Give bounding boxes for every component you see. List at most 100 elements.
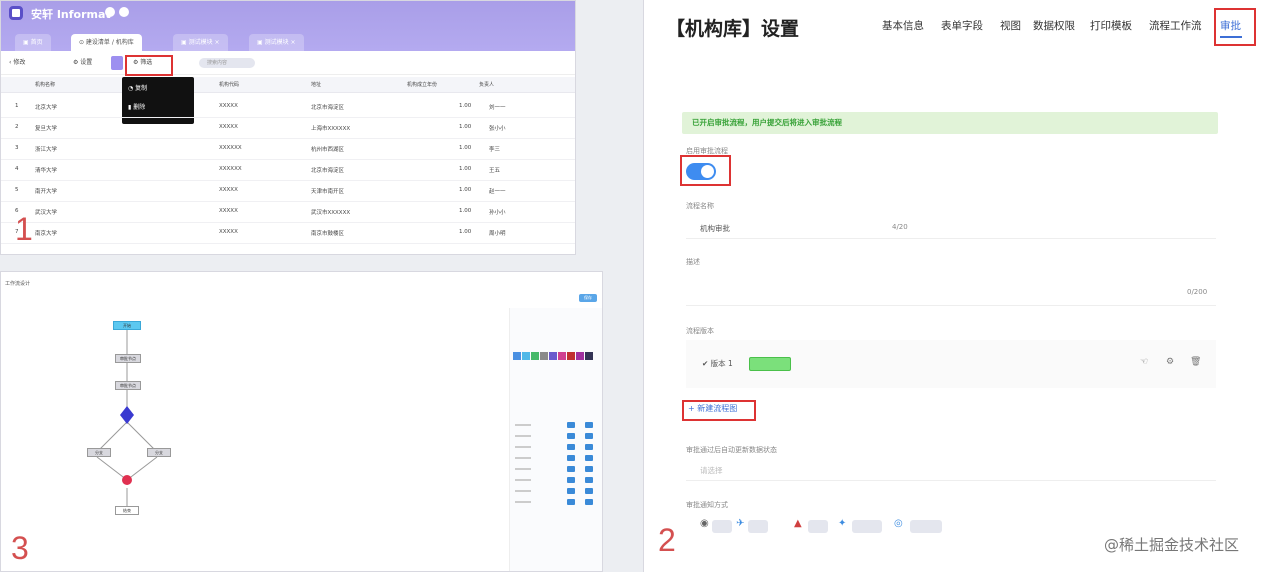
end-label[interactable]: 结束	[115, 506, 139, 515]
name-label: 流程名称	[686, 202, 714, 210]
color-swatch[interactable]	[513, 352, 521, 360]
sidebar-checkbox[interactable]	[567, 444, 575, 450]
approve-select[interactable]: 请选择	[700, 465, 723, 476]
table-cell: 周小明	[489, 231, 506, 237]
notify-icon-4[interactable]: ✦	[838, 518, 846, 529]
nav-workflow[interactable]: 流程工作流	[1149, 18, 1202, 33]
nav-form-fields[interactable]: 表单字段	[941, 18, 983, 33]
sidebar-checkbox[interactable]	[585, 466, 593, 472]
settings-icon[interactable]: ⚙	[1166, 357, 1174, 367]
row-index: 5	[15, 187, 19, 193]
table-cell: 清华大学	[35, 168, 58, 174]
branch-node[interactable]: 分支	[147, 448, 171, 457]
sidebar-checkbox[interactable]	[567, 488, 575, 494]
notify-option[interactable]	[808, 520, 828, 533]
sidebar-checkbox[interactable]	[585, 422, 593, 428]
search-input[interactable]: 搜索内容	[199, 58, 255, 68]
start-node[interactable]: 开始	[113, 321, 141, 330]
table-cell: 李三	[489, 147, 501, 153]
row-divider	[1, 201, 575, 202]
nav-views[interactable]: 视图	[1000, 18, 1021, 33]
menu-item-delete[interactable]: ▮ 删除	[128, 102, 145, 114]
tab-module-b[interactable]: ▣ 测试模块 ×	[249, 34, 304, 51]
sidebar-checkbox[interactable]	[585, 433, 593, 439]
table-cell: 浙江大学	[35, 147, 58, 153]
tab-home[interactable]: ▣ 首页	[15, 34, 51, 51]
sidebar-checkbox[interactable]	[567, 455, 575, 461]
table-cell: 武汉大学	[35, 210, 58, 216]
notify-icon-1[interactable]: ◉	[700, 518, 709, 529]
desc-label: 描述	[686, 258, 700, 266]
label-number-2: 2	[658, 522, 676, 558]
column-header[interactable]: 地址	[311, 81, 321, 88]
back-button[interactable]: ‹ 修改	[9, 57, 25, 69]
table-cell: 杭州市西湖区	[311, 147, 345, 153]
nav-basic-info[interactable]: 基本信息	[882, 18, 924, 33]
sidebar-checkbox[interactable]	[585, 444, 593, 450]
sidebar-checkbox[interactable]	[567, 477, 575, 483]
color-swatch[interactable]	[540, 352, 548, 360]
notify-option[interactable]	[748, 520, 768, 533]
branch-node[interactable]: 分支	[87, 448, 111, 457]
column-header[interactable]: 机构代码	[219, 81, 239, 88]
sidebar-checkbox[interactable]	[585, 477, 593, 483]
table-cell: XXXXX	[219, 229, 238, 235]
notify-option[interactable]	[852, 520, 882, 533]
nav-data-permissions[interactable]: 数据权限	[1033, 18, 1075, 33]
color-swatch[interactable]	[558, 352, 566, 360]
row-divider	[1, 243, 575, 244]
color-swatches	[513, 352, 593, 360]
sidebar-row-label	[515, 446, 531, 448]
end-node[interactable]	[122, 475, 132, 485]
row-divider	[1, 138, 575, 139]
table-cell: 北京市海淀区	[311, 168, 345, 174]
sidebar-checkbox[interactable]	[567, 466, 575, 472]
hand-icon[interactable]: ☜	[1140, 357, 1148, 367]
column-header[interactable]: 负责人	[479, 81, 494, 88]
color-swatch[interactable]	[576, 352, 584, 360]
notify-icon-2[interactable]: ✈	[736, 518, 744, 529]
notify-icon-5[interactable]: ◎	[894, 518, 903, 529]
menu-item-copy[interactable]: ◔ 复制	[128, 83, 147, 95]
add-icon[interactable]	[119, 7, 129, 17]
table-cell: 南京大学	[35, 231, 58, 237]
table-cell: XXXXXX	[219, 145, 242, 151]
approval-node[interactable]: 审批节点	[115, 381, 141, 390]
table-cell: 刘一一	[489, 105, 506, 111]
nav-print-templates[interactable]: 打印模板	[1090, 18, 1132, 33]
notify-option[interactable]	[712, 520, 732, 533]
sidebar-checkbox[interactable]	[585, 488, 593, 494]
status-badge	[749, 357, 791, 371]
name-input[interactable]: 机构审批	[700, 223, 730, 234]
sidebar-checkbox[interactable]	[585, 455, 593, 461]
row-index: 3	[15, 145, 19, 151]
sidebar-checkbox[interactable]	[585, 499, 593, 505]
color-swatch[interactable]	[585, 352, 593, 360]
app-logo-icon	[9, 6, 23, 20]
gateway-node[interactable]	[120, 406, 134, 424]
tab-institution-library[interactable]: ⊙ 建设清单 / 机构库	[71, 34, 142, 51]
approval-node[interactable]: 审批节点	[115, 354, 141, 363]
sidebar-row-label	[515, 457, 531, 459]
color-swatch[interactable]	[567, 352, 575, 360]
info-banner: 已开启审批流程，用户提交后将进入审批流程	[682, 112, 1218, 134]
refresh-icon[interactable]	[105, 7, 115, 17]
action-button[interactable]	[111, 56, 123, 70]
color-swatch[interactable]	[522, 352, 530, 360]
tab-module-a[interactable]: ▣ 测试模块 ×	[173, 34, 228, 51]
delete-icon[interactable]: 🗑	[1190, 357, 1201, 367]
filter-button[interactable]: ⚙ 筛选	[133, 57, 152, 69]
sidebar-checkbox[interactable]	[567, 433, 575, 439]
notify-icon-3[interactable]: ▲	[794, 518, 802, 529]
highlight-box	[1214, 8, 1256, 46]
column-header[interactable]: 机构名称	[35, 81, 55, 88]
sidebar-checkbox[interactable]	[567, 499, 575, 505]
color-swatch[interactable]	[549, 352, 557, 360]
color-swatch[interactable]	[531, 352, 539, 360]
version-item[interactable]: ✔ 版本 1	[702, 358, 733, 369]
desc-textarea[interactable]	[686, 270, 1216, 306]
column-header[interactable]: 机构成立年份	[407, 81, 437, 88]
notify-option[interactable]	[910, 520, 942, 533]
settings-button[interactable]: ⚙ 设置	[73, 57, 92, 69]
sidebar-checkbox[interactable]	[567, 422, 575, 428]
